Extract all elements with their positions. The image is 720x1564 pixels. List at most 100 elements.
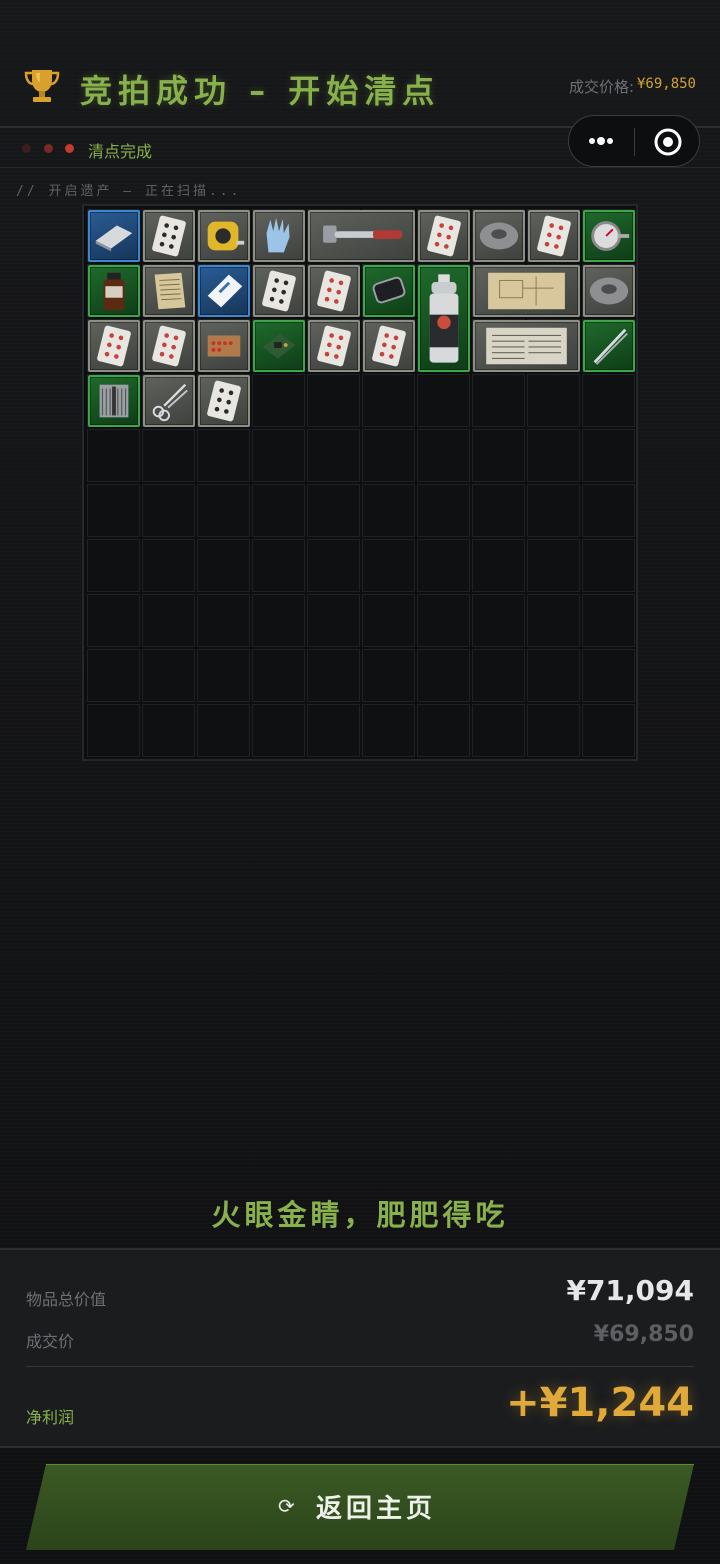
inventory-item-spray-can[interactable] [418,265,470,372]
inventory-slot [87,539,140,592]
spray-can-icon [429,274,459,363]
map-icon [488,272,565,310]
tweezers-icon [593,328,628,365]
page-title: 竞拍成功 – 开始清点 [80,72,441,110]
card-icon [372,325,406,367]
gauge-icon [591,221,630,251]
inventory-item-scissors[interactable] [143,375,195,427]
inventory-slot [307,649,360,702]
capsule-divider [634,128,635,156]
inventory-item-tweezers[interactable] [583,320,635,372]
inventory-slot [197,649,250,702]
inventory-slot [142,429,195,482]
inventory-slot [197,484,250,537]
return-home-label: 返回主页 [316,1494,437,1524]
card-icon [427,215,461,257]
inventory-slot [197,429,250,482]
status-dot [22,144,31,153]
close-target-icon[interactable] [653,127,683,157]
inventory-slot [472,484,525,537]
document-icon [154,272,186,310]
inventory-item-phone-pad[interactable] [363,265,415,317]
inventory-slot [472,374,525,427]
inventory-item-playing-card-hearts[interactable] [308,265,360,317]
metal-plate-icon [95,225,133,252]
card-icon [262,270,296,312]
more-icon[interactable] [587,132,615,150]
circuit-icon [262,333,296,359]
net-profit-label: 净利润 [26,1408,75,1427]
inventory-item-medicine-bottle[interactable] [88,265,140,317]
inventory-slot [582,374,635,427]
card-icon [97,325,131,367]
inventory-slot [417,704,470,757]
tape-measure-icon [207,221,245,251]
net-profit-value: +¥1,244 [506,1380,694,1426]
inventory-item-newspaper[interactable] [473,320,580,372]
inventory-item-playing-card-hearts[interactable] [143,320,195,372]
inventory-slot [87,704,140,757]
inventory-slot [527,484,580,537]
inventory-item-hammer[interactable] [308,210,415,262]
inventory-slot [142,649,195,702]
inventory-slot [527,429,580,482]
inventory-item-electrical-tape[interactable] [583,265,635,317]
status-text: 清点完成 [88,142,153,161]
card-icon [152,215,186,257]
inventory-item-playing-card-spades[interactable] [253,265,305,317]
inventory-slot [362,484,415,537]
inventory-slot [252,429,305,482]
inventory-slot [362,539,415,592]
deal-price-value: ¥69,850 [636,76,696,92]
inventory-item-playing-card-hearts[interactable] [88,320,140,372]
profit-summary: 物品总价值 ¥71,094 成交价 ¥69,850 净利润 +¥1,244 [0,1248,720,1448]
inventory-item-rubber-gloves[interactable] [253,210,305,262]
inventory-item-playing-card-hearts[interactable] [308,320,360,372]
inventory-slot [472,594,525,647]
inventory-slot [197,539,250,592]
inventory-item-blueprint-map[interactable] [473,265,580,317]
inventory-item-playing-card-spades[interactable] [198,375,250,427]
inventory-slot [252,539,305,592]
card-icon [207,380,241,422]
inventory-slot [87,594,140,647]
inventory-slot [417,649,470,702]
scan-status-text: // 开启遗产 – 正在扫描... [16,184,242,199]
inventory-item-duct-tape[interactable] [473,210,525,262]
inventory-item-tape-measure[interactable] [198,210,250,262]
trophy-icon [24,70,60,102]
inventory-item-circuit-board[interactable] [253,320,305,372]
inventory-item-matchbox[interactable] [198,320,250,372]
return-home-button[interactable]: ⟳ 返回主页 [26,1464,694,1550]
card-icon [317,270,351,312]
bottle-icon [103,272,125,311]
inventory-slot [197,594,250,647]
inventory-item-old-document[interactable] [143,265,195,317]
mini-program-capsule [568,115,700,167]
inventory-slot [582,484,635,537]
inventory-slot [362,704,415,757]
inventory-slot [582,704,635,757]
status-dot [44,144,53,153]
inventory-item-playing-card-spades[interactable] [143,210,195,262]
inventory-slot [362,374,415,427]
inventory-slot [472,429,525,482]
inventory-item-cpu-cooler[interactable] [88,375,140,427]
total-value: ¥71,094 [566,1274,694,1307]
inventory-slot [252,704,305,757]
inventory-item-battery-pack[interactable] [198,265,250,317]
inventory-slot [417,484,470,537]
inventory-slot [307,539,360,592]
inventory-item-metal-plate[interactable] [88,210,140,262]
inventory-slot [87,649,140,702]
inventory-item-thermometer-gauge[interactable] [583,210,635,262]
slogan: 火眼金睛，肥肥得吃 [211,1198,509,1232]
inventory-item-playing-card-hearts[interactable] [363,320,415,372]
inventory-item-playing-card-hearts[interactable] [418,210,470,262]
inventory-slot [582,594,635,647]
inventory-slot [197,704,250,757]
inventory-slot [417,594,470,647]
deal-price-summary-value: ¥69,850 [593,1322,694,1347]
inventory-slot [87,484,140,537]
inventory-item-playing-card-hearts[interactable] [528,210,580,262]
